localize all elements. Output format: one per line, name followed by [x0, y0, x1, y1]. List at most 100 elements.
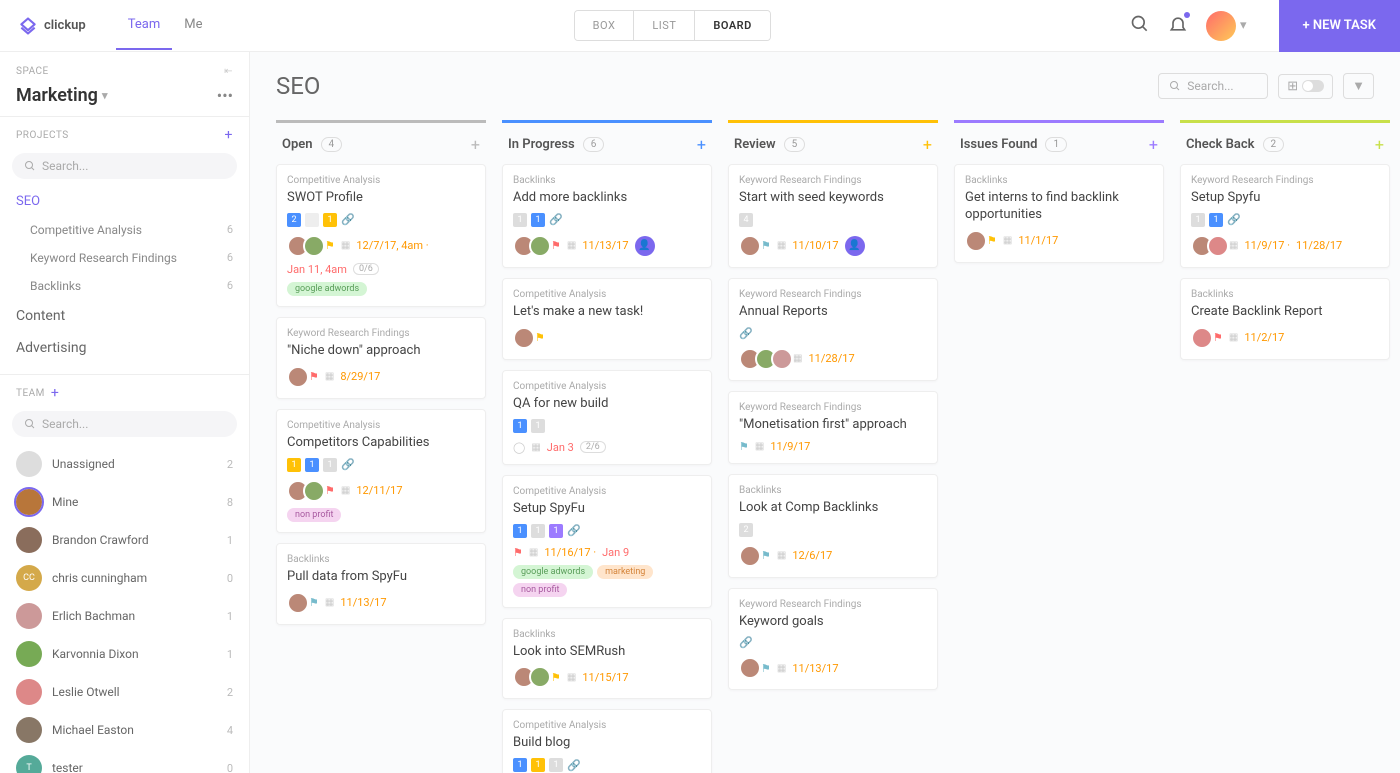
add-card-icon[interactable]: +	[1375, 135, 1384, 154]
task-card[interactable]: BacklinksLook into SEMRush⚑▦11/15/17	[502, 618, 712, 700]
tag: non profit	[287, 508, 341, 522]
add-card-icon[interactable]: +	[1149, 135, 1158, 154]
assignee-avatar	[513, 327, 535, 349]
card-title: SWOT Profile	[287, 190, 475, 207]
assignee-avatar	[303, 480, 325, 502]
badge: 1	[531, 758, 545, 772]
assignee-avatar	[739, 545, 761, 567]
due-date: 11/10/17	[792, 239, 838, 252]
filter-button[interactable]: ▼	[1343, 73, 1374, 99]
assignee-avatar	[287, 592, 309, 614]
add-team-icon[interactable]: +	[51, 385, 59, 401]
priority-flag-icon: ⚑	[309, 370, 319, 383]
project-item[interactable]: Content	[0, 300, 249, 332]
space-selector[interactable]: Marketing▾	[16, 85, 107, 106]
task-card[interactable]: Keyword Research FindingsStart with seed…	[728, 164, 938, 268]
task-card[interactable]: Competitive AnalysisSWOT Profile21🔗⚑▦12/…	[276, 164, 486, 307]
column-title: Check Back	[1186, 137, 1255, 152]
team-member[interactable]: Erlich Bachman1	[12, 597, 237, 635]
assignee-avatar	[739, 235, 761, 257]
team-member[interactable]: Leslie Otwell2	[12, 673, 237, 711]
card-category: Backlinks	[965, 175, 1153, 186]
team-member[interactable]: Unassigned2	[12, 445, 237, 483]
column-count: 4	[321, 137, 343, 152]
assignee-avatar	[529, 235, 551, 257]
task-card[interactable]: BacklinksAdd more backlinks11🔗⚑▦11/13/17…	[502, 164, 712, 268]
team-member[interactable]: Ttester0	[12, 749, 237, 773]
due-date: 11/13/17	[582, 239, 628, 252]
priority-flag-icon: ⚑	[761, 549, 771, 562]
team-member[interactable]: Karvonnia Dixon1	[12, 635, 237, 673]
card-category: Keyword Research Findings	[1191, 175, 1379, 186]
due-date: 11/28/17	[808, 352, 854, 365]
task-card[interactable]: Competitive AnalysisQA for new build11◯▦…	[502, 370, 712, 465]
nav-team[interactable]: Team	[116, 1, 173, 50]
search-icon[interactable]	[1130, 14, 1150, 38]
notifications-icon[interactable]	[1168, 14, 1188, 38]
view-list[interactable]: LIST	[634, 11, 695, 40]
card-title: Setup SpyFu	[513, 501, 701, 518]
task-card[interactable]: BacklinksLook at Comp Backlinks2⚑▦12/6/1…	[728, 474, 938, 578]
project-item[interactable]: SEO	[16, 187, 233, 216]
team-member[interactable]: Mine8	[12, 483, 237, 521]
assignee-avatar	[771, 348, 793, 370]
task-card[interactable]: Keyword Research Findings"Niche down" ap…	[276, 317, 486, 399]
task-card[interactable]: Competitive AnalysisLet's make a new tas…	[502, 278, 712, 360]
badge: 4	[739, 213, 753, 227]
task-card[interactable]: BacklinksPull data from SpyFu⚑▦11/13/17	[276, 543, 486, 625]
badge: 1	[323, 458, 337, 472]
badge: 1	[531, 524, 545, 538]
task-card[interactable]: Keyword Research FindingsAnnual Reports🔗…	[728, 278, 938, 381]
team-member[interactable]: Michael Easton4	[12, 711, 237, 749]
add-card-icon[interactable]: +	[697, 135, 706, 154]
collapse-icon[interactable]: ⇤	[224, 66, 233, 77]
task-card[interactable]: BacklinksGet interns to find backlink op…	[954, 164, 1164, 263]
due-date: 11/13/17	[792, 662, 838, 675]
view-board[interactable]: BOARD	[695, 11, 769, 40]
nav-me[interactable]: Me	[172, 1, 214, 50]
assignee-avatar	[529, 666, 551, 688]
due-date: 11/13/17	[340, 596, 386, 609]
tag: marketing	[597, 565, 653, 579]
view-switcher: BOX LIST BOARD	[574, 10, 771, 41]
project-item[interactable]: Keyword Research Findings6	[16, 244, 233, 272]
logo[interactable]: clickup	[18, 16, 86, 36]
due-date: 11/28/17	[1296, 239, 1342, 252]
task-card[interactable]: Keyword Research FindingsSetup Spyfu11🔗▦…	[1180, 164, 1390, 268]
team-search[interactable]: Search...	[12, 411, 237, 437]
priority-flag-icon: ⚑	[1213, 331, 1223, 344]
add-card-icon[interactable]: +	[923, 135, 932, 154]
team-member[interactable]: Brandon Crawford1	[12, 521, 237, 559]
projects-label: PROJECTS	[16, 130, 69, 141]
task-card[interactable]: Keyword Research Findings"Monetisation f…	[728, 391, 938, 464]
new-task-button[interactable]: + NEW TASK	[1279, 0, 1400, 52]
project-item[interactable]: Competitive Analysis6	[16, 216, 233, 244]
priority-flag-icon: ⚑	[761, 239, 771, 252]
add-card-icon[interactable]: +	[471, 135, 480, 154]
space-more-icon[interactable]: •••	[217, 86, 233, 105]
team-member[interactable]: CCchris cunningham0	[12, 559, 237, 597]
user-menu[interactable]: ▾	[1206, 11, 1247, 41]
calendar-icon: ▦	[777, 550, 786, 561]
task-card[interactable]: BacklinksCreate Backlink Report⚑▦11/2/17	[1180, 278, 1390, 360]
task-card[interactable]: Competitive AnalysisBuild blog111🔗⚑▦12/1…	[502, 709, 712, 773]
project-search[interactable]: Search...	[12, 153, 237, 179]
attachment-icon: 🔗	[739, 327, 753, 340]
user-icon: 👤	[635, 236, 655, 256]
project-item[interactable]: Advertising	[0, 332, 249, 364]
tag: google adwords	[287, 282, 367, 296]
add-project-icon[interactable]: +	[225, 127, 233, 143]
calendar-icon: ▦	[777, 240, 786, 251]
hierarchy-toggle[interactable]: ⊞	[1278, 74, 1333, 99]
board-search[interactable]: Search...	[1158, 73, 1268, 99]
project-item[interactable]: Backlinks6	[16, 272, 233, 300]
card-category: Keyword Research Findings	[739, 289, 927, 300]
task-card[interactable]: Competitive AnalysisCompetitors Capabili…	[276, 409, 486, 533]
team-label: TEAM	[16, 388, 45, 399]
view-box[interactable]: BOX	[575, 11, 635, 40]
task-card[interactable]: Competitive AnalysisSetup SpyFu111🔗⚑▦11/…	[502, 475, 712, 608]
task-card[interactable]: Keyword Research FindingsKeyword goals🔗⚑…	[728, 588, 938, 691]
due-date: 11/16/17 ·	[544, 546, 596, 559]
badge: 1	[323, 213, 337, 227]
column-title: In Progress	[508, 137, 575, 152]
